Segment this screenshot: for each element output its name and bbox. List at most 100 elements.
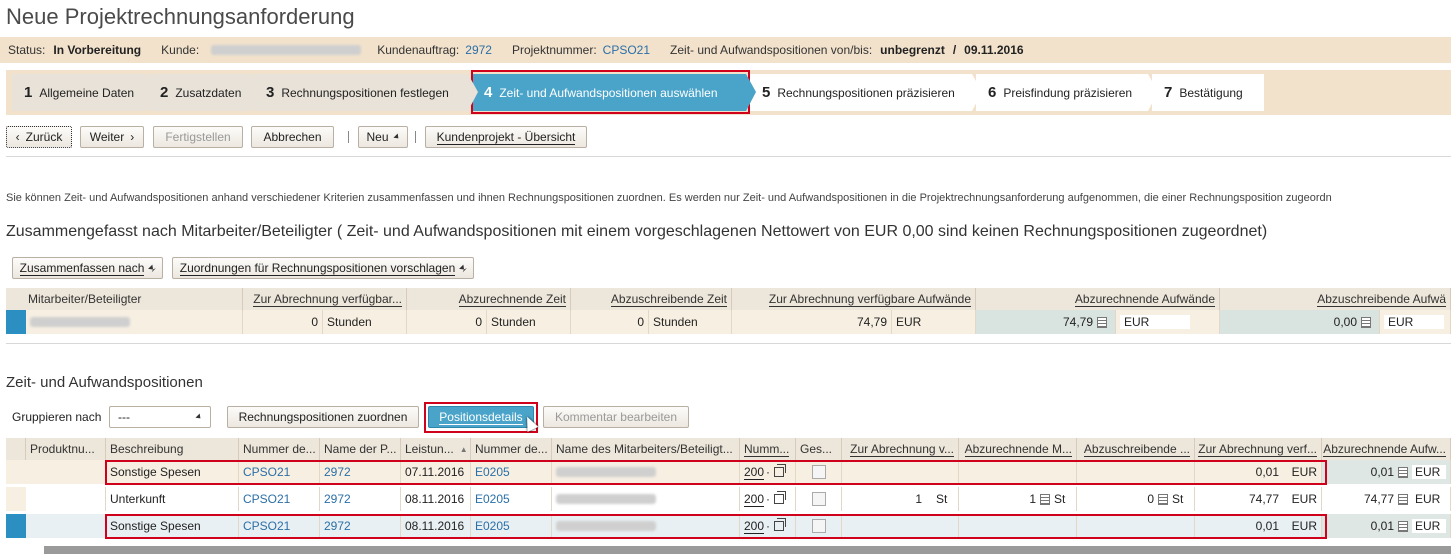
column-header[interactable]: Nummer de... [239, 438, 320, 460]
checkbox[interactable] [811, 519, 826, 533]
step-number: 6 [988, 84, 997, 101]
bill-amount-input[interactable]: 0,01 EUR [1322, 514, 1451, 538]
row-selector[interactable] [6, 514, 26, 538]
order-name-link[interactable]: 2972 [320, 514, 401, 538]
suggest-assignments-button[interactable]: Zuordnungen für Rechnungspositionen vors… [172, 257, 474, 279]
column-header[interactable]: Mitarbeiter/Beteiligter [6, 288, 243, 310]
row-selector[interactable] [6, 310, 26, 334]
bill-amount-input[interactable]: 0,01 EUR [1322, 460, 1451, 484]
row-selector[interactable] [6, 460, 26, 484]
column-header[interactable]: Name des Mitarbeiters/Beteiligt... [552, 438, 740, 460]
position-details-button[interactable]: Positionsdetails [428, 406, 534, 428]
column-header[interactable]: Abzurechnende Aufw... [1322, 438, 1451, 460]
checkbox[interactable] [811, 492, 826, 506]
bill-expenses-input[interactable]: 74,79 [976, 310, 1116, 334]
group-by-select[interactable]: --- [109, 406, 211, 428]
calculator-icon[interactable] [1158, 493, 1168, 505]
value-help-icon[interactable] [774, 491, 787, 504]
select-all-header[interactable] [6, 438, 26, 460]
column-header[interactable]: Leistun... ▲ [401, 438, 471, 460]
project-number-link[interactable]: CPSO21 [603, 43, 650, 57]
column-header[interactable]: Zur Abrechnung verfügbar... [243, 288, 407, 310]
order-name-link[interactable]: 2972 [320, 460, 401, 484]
calculator-icon[interactable] [1097, 316, 1107, 328]
page-title: Neue Projektrechnungsanforderung [6, 4, 355, 29]
project-number-link[interactable]: CPSO21 [239, 487, 320, 511]
roadmap-step-7[interactable]: 7 Bestätigung [1152, 74, 1264, 111]
back-button[interactable]: ‹ Zurück [6, 126, 72, 148]
roadmap-step-6[interactable]: 6 Preisfindung präzisieren [976, 74, 1158, 111]
mouse-cursor-icon [521, 414, 539, 432]
column-header[interactable]: Name der P... [320, 438, 401, 460]
column-header[interactable]: Nummer de... [471, 438, 552, 460]
number-cell[interactable]: 200 · [740, 514, 796, 538]
column-header[interactable]: Zur Abrechnung v... [842, 438, 959, 460]
step-number: 5 [762, 84, 771, 101]
bill-quantity-input[interactable] [959, 460, 1077, 484]
employee-name-blurred [30, 317, 130, 327]
number-cell[interactable]: 200 · [740, 487, 796, 511]
checkbox[interactable] [811, 465, 826, 479]
cancel-button[interactable]: Abbrechen [251, 126, 334, 148]
column-header[interactable]: Ges... [796, 438, 842, 460]
assign-invoice-items-button[interactable]: Rechnungspositionen zuordnen [227, 406, 419, 428]
calculator-icon[interactable] [1361, 316, 1371, 328]
service-date-cell: 08.11.2016 [401, 487, 471, 511]
roadmap-step-5[interactable]: 5 Rechnungspositionen präzisieren [750, 74, 982, 111]
project-number-link[interactable]: CPSO21 [239, 514, 320, 538]
employee-number-link[interactable]: E0205 [471, 460, 552, 484]
calculator-icon[interactable] [1040, 493, 1050, 505]
bill-expenses-currency[interactable]: EUR [1116, 310, 1220, 334]
writeoff-quantity-input[interactable] [1077, 460, 1195, 484]
calculator-icon[interactable] [1398, 466, 1408, 478]
next-button[interactable]: Weiter › [80, 126, 144, 148]
horizontal-scrollbar[interactable] [44, 546, 1451, 554]
calculator-icon[interactable] [1398, 493, 1408, 505]
step-number: 4 [484, 84, 493, 101]
calculator-icon[interactable] [1398, 520, 1408, 532]
writeoff-expenses-input[interactable]: 0,00 [1220, 310, 1380, 334]
writeoff-expenses-currency[interactable]: EUR [1380, 310, 1451, 334]
writeoff-quantity-input[interactable] [1077, 514, 1195, 538]
bill-amount-input[interactable]: 74,77 EUR [1322, 487, 1451, 511]
column-header[interactable]: Abzuschreibende ... [1077, 438, 1195, 460]
bill-quantity-input[interactable] [959, 514, 1077, 538]
sales-order-link[interactable]: 2972 [465, 43, 492, 57]
roadmap-step-4[interactable]: 4 Zeit- und Aufwandspositionen auswählen [472, 74, 756, 111]
bill-quantity-input[interactable]: 1 St [959, 487, 1077, 511]
order-name-link[interactable]: 2972 [320, 487, 401, 511]
step-label: Bestätigung [1179, 85, 1243, 100]
column-header[interactable]: Abzuschreibende Aufwä [1220, 288, 1451, 310]
value-help-icon[interactable] [774, 518, 787, 531]
value-help-icon[interactable] [774, 464, 787, 477]
column-header[interactable]: Abzuschreibende Zeit [571, 288, 732, 310]
dropdown-caret-icon [148, 264, 157, 272]
new-button[interactable]: Neu [358, 126, 408, 148]
checkbox-cell[interactable] [796, 514, 842, 538]
column-header[interactable]: Abzurechnende Aufwände [976, 288, 1220, 310]
roadmap-step-2[interactable]: 2 Zusatzdaten [148, 74, 262, 111]
employee-number-link[interactable]: E0205 [471, 487, 552, 511]
group-by-button[interactable]: Zusammenfassen nach [12, 257, 163, 279]
project-number-link[interactable]: CPSO21 [239, 460, 320, 484]
column-header[interactable]: Abzurechnende M... [959, 438, 1077, 460]
service-date-cell: 08.11.2016 [401, 514, 471, 538]
checkbox-cell[interactable] [796, 487, 842, 511]
column-header[interactable]: Numm... [740, 438, 796, 460]
roadmap-step-3[interactable]: 3 Rechnungspositionen festlegen [254, 74, 478, 111]
number-cell[interactable]: 200 · [740, 460, 796, 484]
finish-button[interactable]: Fertigstellen [153, 126, 243, 148]
employee-number-link[interactable]: E0205 [471, 514, 552, 538]
sales-order-label: Kundenauftrag: [377, 43, 460, 57]
column-header[interactable]: Zur Abrechnung verfügbare Aufwände [732, 288, 976, 310]
edit-comment-button[interactable]: Kommentar bearbeiten [543, 406, 689, 428]
row-selector[interactable] [6, 487, 26, 511]
checkbox-cell[interactable] [796, 460, 842, 484]
project-overview-button[interactable]: Kundenprojekt - Übersicht [425, 126, 587, 148]
column-header[interactable]: Zur Abrechnung verf... [1195, 438, 1322, 460]
column-header[interactable]: Produktnu... [26, 438, 106, 460]
column-header[interactable]: Beschreibung [106, 438, 239, 460]
roadmap-step-1[interactable]: 1 Allgemeine Daten [12, 74, 156, 111]
column-header[interactable]: Abzurechnende Zeit [407, 288, 571, 310]
writeoff-quantity-input[interactable]: 0 St [1077, 487, 1195, 511]
